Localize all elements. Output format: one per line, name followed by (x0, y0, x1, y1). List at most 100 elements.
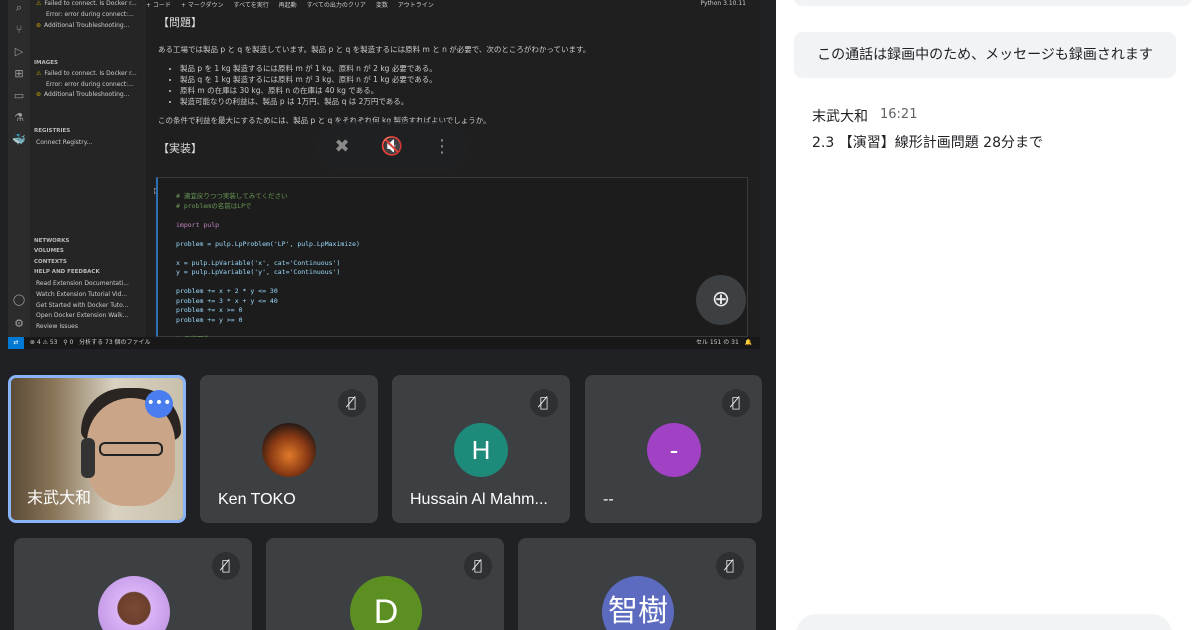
docker-icon[interactable]: 🐳 (11, 132, 27, 148)
code-cell[interactable]: # 適宜戻りつつ実装してみてください # problemの名前はLPで impo… (156, 177, 748, 343)
message-text: 2.3 【演習】線形計画問題 28分まで (812, 135, 1043, 151)
presenter-controls: ✖ 🔇 ⋮ (316, 122, 468, 172)
avatar: - (647, 423, 701, 477)
mic-off-icon: 🎙̸ (338, 389, 366, 417)
clear-outputs-button[interactable]: すべての出力のクリア (307, 2, 366, 9)
avatar (262, 423, 316, 477)
help-item[interactable]: Review Issues (36, 323, 144, 330)
help-item[interactable]: Read Extension Documentati... (36, 280, 144, 287)
sidebar-row[interactable]: Error: error during connect:... (36, 81, 144, 88)
notebook-toolbar: + コード + マークダウン すべてを実行 再起動 すべての出力のクリア 変数 … (146, 0, 760, 10)
code-line: x = pulp.LpVariable('x', cat='Continuous… (176, 258, 341, 267)
chat-panel: この通話は録画中のため、メッセージも録画されます 末武大和 16:21 2.3 … (776, 0, 1200, 630)
shared-screen: ⌕ ⑂ ▷ ⊞ ▭ ⚗ 🐳 ◯ ⚙ ⚠ Failed to connect. Is… (8, 0, 760, 349)
more-options-icon[interactable]: ••• (145, 390, 173, 418)
more-options-icon[interactable]: ⋮ (430, 135, 454, 159)
code-line: problem = pulp.LpProblem('LP', pulp.LpMa… (176, 239, 360, 248)
code-line: problem += x >= 0 (176, 306, 243, 314)
zoom-in-button[interactable]: ⊕ (696, 275, 746, 325)
avatar (98, 576, 170, 630)
help-section-header[interactable]: HELP AND FEEDBACK (34, 269, 100, 275)
code-line: problem += x + 2 * y <= 30 (176, 287, 278, 295)
pin-off-icon[interactable]: ✖ (330, 135, 354, 159)
list-item: 製品 q を 1 kg 製造するには原料 m が 3 kg、原料 n が 1 k… (180, 74, 748, 85)
testing-icon[interactable]: ⚗ (11, 110, 27, 126)
participant-name: Ken TOKO (218, 491, 296, 508)
video-glasses (99, 442, 163, 456)
participant-tile-self[interactable]: ••• 末武大和 (8, 375, 186, 523)
contexts-section-header[interactable]: CONTEXTS (34, 259, 67, 265)
code-line: import pulp (176, 220, 220, 229)
bell-icon[interactable]: 🔔 (745, 339, 752, 346)
list-item: 製品 p を 1 kg 製造するには原料 m が 1 kg、原料 n が 2 k… (180, 63, 748, 74)
chat-header-strip (794, 0, 1192, 6)
participant-tile[interactable]: 🎙̸ Ken TOKO (200, 375, 378, 523)
message-timestamp: 16:21 (880, 107, 918, 122)
volume-off-icon[interactable]: 🔇 (380, 135, 404, 159)
participant-tile[interactable]: 🎙̸ (14, 538, 252, 630)
sidebar-row[interactable]: ⊛ Additional Troubleshooting... (36, 22, 144, 29)
code-line: problem += y >= 0 (176, 315, 243, 324)
source-control-icon[interactable]: ⑂ (11, 22, 27, 38)
search-icon[interactable]: ⌕ (11, 0, 27, 16)
participant-tile[interactable]: 🎙̸ 智樹 (518, 538, 756, 630)
participant-tile[interactable]: 🎙̸ - -- (585, 375, 762, 523)
list-item: 製造可能なりの利益は、製品 p は 1万円、製品 q は 2万円である。 (180, 96, 748, 107)
participant-name: Hussain Al Mahm... (410, 491, 548, 508)
ports-status[interactable]: ⚲ 0 (63, 339, 73, 346)
add-code-button[interactable]: + コード (146, 2, 171, 9)
cursor-position[interactable]: セル 151 の 31 (696, 339, 739, 346)
kernel-picker[interactable]: Python 3.10.11 (700, 0, 746, 7)
condition-list: 製品 p を 1 kg 製造するには原料 m が 1 kg、原料 n が 2 k… (158, 63, 748, 107)
images-section-header[interactable]: IMAGES (34, 60, 58, 66)
code-line: problem += 3 * x + y <= 40 (176, 296, 278, 305)
help-item[interactable]: Get Started with Docker Tuto... (36, 302, 144, 309)
mic-off-icon: 🎙̸ (530, 389, 558, 417)
participant-name: -- (603, 491, 614, 508)
chat-input[interactable] (796, 614, 1172, 630)
mic-off-icon: 🎙̸ (716, 552, 744, 580)
participant-tile[interactable]: 🎙̸ D (266, 538, 504, 630)
add-markdown-button[interactable]: + マークダウン (181, 2, 224, 9)
restart-button[interactable]: 再起動 (279, 2, 297, 9)
registries-section-header[interactable]: REGISTRIES (34, 128, 70, 134)
sidebar-row[interactable]: ⚠ Failed to connect. Is Docker r... (36, 70, 144, 77)
connect-registry-item[interactable]: Connect Registry... (36, 139, 144, 146)
networks-section-header[interactable]: NETWORKS (34, 238, 69, 244)
recording-notice: この通話は録画中のため、メッセージも録画されます (794, 32, 1176, 78)
settings-gear-icon[interactable]: ⚙ (11, 316, 27, 332)
account-icon[interactable]: ◯ (11, 292, 27, 308)
participant-tile[interactable]: 🎙̸ H Hussain Al Mahm... (392, 375, 570, 523)
run-debug-icon[interactable]: ▷ (11, 44, 27, 60)
remote-explorer-icon[interactable]: ▭ (11, 88, 27, 104)
activity-bar: ⌕ ⑂ ▷ ⊞ ▭ ⚗ 🐳 ◯ ⚙ (8, 0, 30, 337)
code-line: y = pulp.LpVariable('y', cat='Continuous… (176, 268, 341, 276)
remote-indicator-icon[interactable]: ⇄ (8, 337, 24, 349)
mic-off-icon: 🎙̸ (722, 389, 750, 417)
message-sender: 末武大和 (812, 109, 868, 125)
avatar: H (454, 423, 508, 477)
sidebar-row[interactable]: Error: error during connect:... (36, 11, 144, 18)
run-all-button[interactable]: すべてを実行 (233, 2, 268, 9)
sidebar-row[interactable]: ⚠ Failed to connect. Is Docker r... (36, 0, 144, 7)
video-headset (81, 438, 95, 478)
variables-button[interactable]: 変数 (376, 2, 388, 9)
analysis-status[interactable]: 分析する 73 個のファイル (79, 339, 150, 346)
mic-off-icon: 🎙̸ (464, 552, 492, 580)
volumes-section-header[interactable]: VOLUMES (34, 248, 64, 254)
extensions-icon[interactable]: ⊞ (11, 66, 27, 82)
sidebar-row[interactable]: ⊛ Additional Troubleshooting... (36, 91, 144, 98)
code-comment: # 適宜戻りつつ実装してみてください (176, 192, 288, 200)
docker-sidebar: ⚠ Failed to connect. Is Docker r... Error… (30, 0, 146, 337)
code-comment: # problemの名前はLPで (176, 201, 252, 210)
help-item[interactable]: Open Docker Extension Walk... (36, 312, 144, 319)
code-editor[interactable]: # 適宜戻りつつ実装してみてください # problemの名前はLPで impo… (176, 192, 360, 344)
help-item[interactable]: Watch Extension Tutorial Vid... (36, 291, 144, 298)
avatar: D (350, 576, 422, 630)
problems-status[interactable]: ⊗ 4 ⚠ 53 (30, 339, 58, 346)
participant-name: 末武大和 (27, 490, 92, 507)
problem-text: ある工場では製品 p と q を製造しています。製品 p と q を製造するには… (158, 45, 591, 54)
problem-heading: 【問題】 (158, 16, 202, 29)
outline-button[interactable]: アウトライン (398, 2, 434, 9)
avatar: 智樹 (602, 576, 674, 630)
